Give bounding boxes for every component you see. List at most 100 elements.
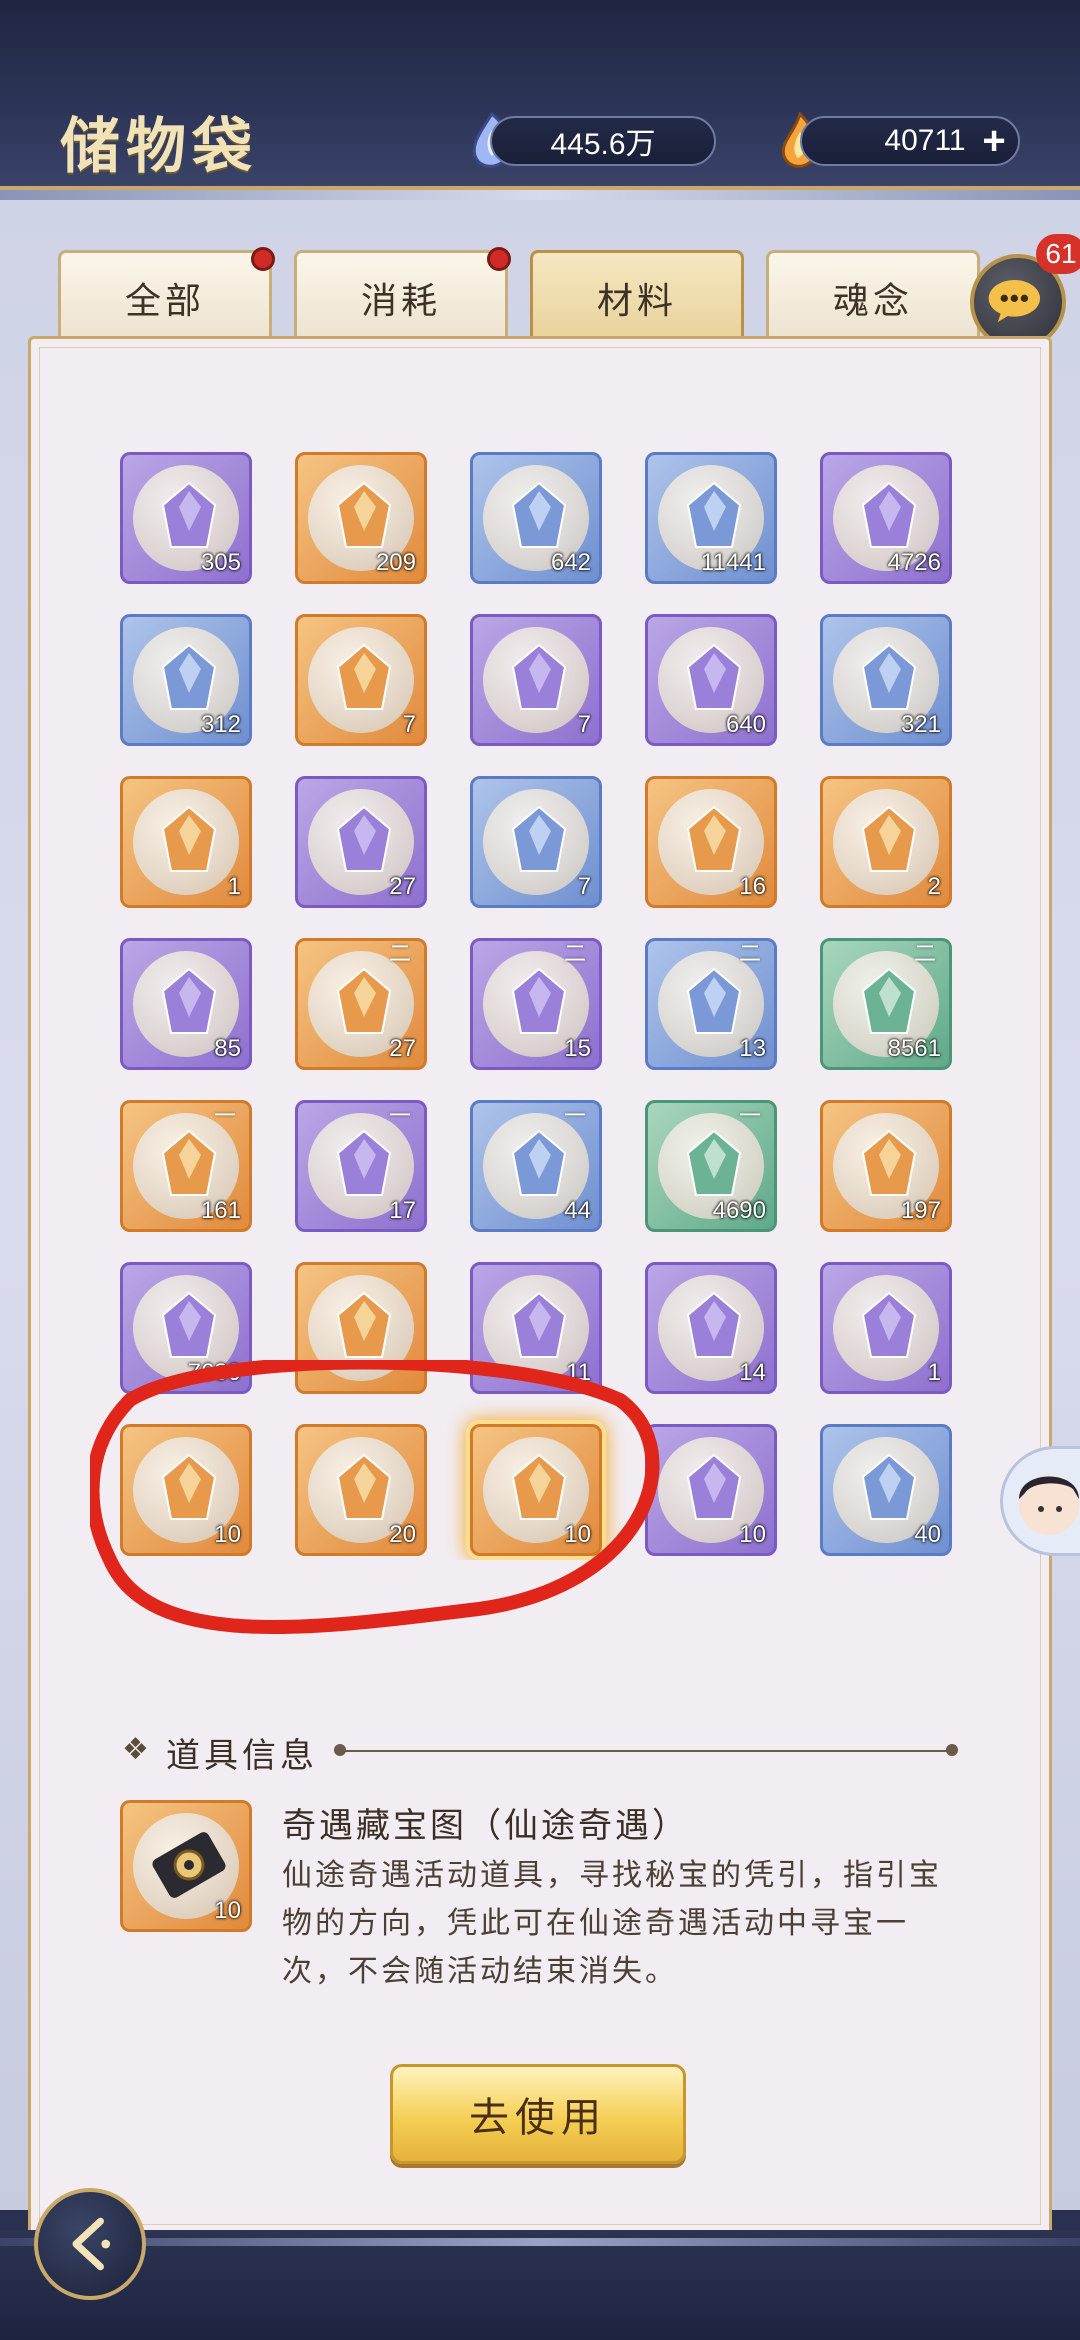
item-slot[interactable]: 85 xyxy=(120,938,252,1070)
item-slot[interactable]: 321 xyxy=(820,614,952,746)
bottom-divider xyxy=(0,2238,1080,2246)
item-count: 640 xyxy=(725,711,766,738)
purple-flame-orb-icon xyxy=(511,1291,567,1358)
purple-scroll-icon xyxy=(861,805,917,872)
item-slot[interactable]: 一 161 xyxy=(120,1100,252,1232)
bottom-bar xyxy=(0,2230,1080,2340)
red-tree-icon xyxy=(511,1129,567,1196)
item-slot[interactable]: 7 xyxy=(470,614,602,746)
blue-flame-orb-icon xyxy=(861,1291,917,1358)
scroll-bundle-icon xyxy=(686,805,742,872)
item-slot[interactable]: 一 4690 xyxy=(645,1100,777,1232)
item-slot[interactable]: 一 44 xyxy=(470,1100,602,1232)
page-title: 储物袋 xyxy=(60,112,258,182)
item-slot[interactable]: 二 15 xyxy=(470,938,602,1070)
item-slot[interactable]: 2 xyxy=(820,776,952,908)
notification-dot xyxy=(251,247,275,271)
item-slot[interactable]: 1 xyxy=(120,776,252,908)
item-slot[interactable]: 11441 xyxy=(645,452,777,584)
item-description-line: 物的方向，凭此可在仙途奇遇活动中寻宝一 xyxy=(282,1906,909,1941)
item-count: 27 xyxy=(389,873,416,900)
item-description-line: 次，不会随活动结束消失。 xyxy=(282,1954,678,1989)
item-slot[interactable]: 二 27 xyxy=(295,938,427,1070)
tab-materials[interactable]: 材料 xyxy=(530,250,744,342)
selected-item-icon: 10 xyxy=(120,1800,252,1932)
item-slot[interactable]: 640 xyxy=(645,614,777,746)
orange-berries-icon xyxy=(336,1129,392,1196)
notification-dot xyxy=(487,247,511,271)
item-slot[interactable]: 40 xyxy=(820,1424,952,1556)
tier-badge: 一 xyxy=(388,1104,411,1129)
item-slot[interactable]: 642 xyxy=(470,452,602,584)
item-slot[interactable]: 二 8561 xyxy=(820,938,952,1070)
item-count: 642 xyxy=(550,549,591,576)
swirl-cloud-icon xyxy=(336,805,392,872)
side-avatar[interactable] xyxy=(1000,1446,1080,1556)
lavender-talisman-icon xyxy=(861,1453,917,1520)
back-arrow-icon xyxy=(72,2217,111,2271)
item-slot[interactable]: 16 xyxy=(645,776,777,908)
item-slot[interactable]: 二 13 xyxy=(645,938,777,1070)
item-slot[interactable]: 4726 xyxy=(820,452,952,584)
blue-orb-icon xyxy=(511,481,567,548)
tab-consumables-label: 消耗 xyxy=(360,280,441,322)
item-count: 11441 xyxy=(701,549,766,576)
orange-flame-orb-icon xyxy=(686,1291,742,1358)
tab-all[interactable]: 全部 xyxy=(58,247,275,342)
header-bar: 储物袋 445.6万 40711 + xyxy=(0,0,1080,200)
purple-grass-icon xyxy=(161,1129,217,1196)
selected-item-count: 10 xyxy=(214,1897,241,1924)
item-count: 7 xyxy=(402,711,416,738)
item-count: 10 xyxy=(739,1521,766,1548)
item-slot[interactable]: 14 xyxy=(645,1262,777,1394)
tab-souls-label: 魂念 xyxy=(832,280,913,322)
use-button[interactable]: 去使用 xyxy=(390,2064,686,2164)
add-gold-button[interactable]: + xyxy=(976,121,1012,161)
blue-egg-icon xyxy=(861,643,917,710)
red-berries-icon xyxy=(511,967,567,1034)
divider xyxy=(334,1744,958,1756)
item-info-title: 道具信息 xyxy=(166,1736,318,1776)
gold-amount: 40711 xyxy=(884,124,966,157)
character-avatar-icon xyxy=(1019,1475,1079,1535)
back-button[interactable] xyxy=(34,2188,146,2300)
tier-badge: 二 xyxy=(913,942,936,967)
pink-coral-icon xyxy=(686,1129,742,1196)
item-slot[interactable]: 209 xyxy=(295,452,427,584)
item-count: 7 xyxy=(577,873,591,900)
tier-badge: 一 xyxy=(213,1104,236,1129)
item-slot[interactable]: 305 xyxy=(120,452,252,584)
pink-gem-on-stand-icon xyxy=(161,481,217,548)
tab-consumables[interactable]: 消耗 xyxy=(294,247,511,342)
cyan-crystal-shard-icon xyxy=(686,481,742,548)
item-slot[interactable]: 一 17 xyxy=(295,1100,427,1232)
item-count: 14 xyxy=(739,1359,766,1386)
tier-badge: 二 xyxy=(388,942,411,967)
item-slot[interactable]: 7 xyxy=(470,776,602,908)
item-slot[interactable]: 10 xyxy=(645,1424,777,1556)
tab-souls[interactable]: 魂念 xyxy=(766,250,980,342)
item-count: 1 xyxy=(927,1359,941,1386)
jade-ring-icon xyxy=(861,967,917,1034)
gold-crystal-icon xyxy=(511,805,567,872)
item-count: 16 xyxy=(739,873,766,900)
item-count: 1 xyxy=(227,873,241,900)
tab-all-label: 全部 xyxy=(124,280,205,322)
treasure-map-dark-icon xyxy=(152,1832,226,1898)
item-count: 15 xyxy=(564,1035,591,1062)
item-slot[interactable]: 27 xyxy=(295,776,427,908)
item-count: 197 xyxy=(900,1197,941,1224)
red-pendant-icon xyxy=(336,643,392,710)
item-slot[interactable]: 7 xyxy=(295,614,427,746)
red-flame-orb-icon xyxy=(336,1291,392,1358)
gold-counter: 40711 + xyxy=(800,116,1020,166)
lilac-talisman-icon xyxy=(686,1453,742,1520)
item-slot[interactable]: 197 xyxy=(820,1100,952,1232)
item-slot[interactable]: 312 xyxy=(120,614,252,746)
item-count: 85 xyxy=(214,1035,241,1062)
blue-crystal-cluster-icon xyxy=(161,643,217,710)
item-count: 40 xyxy=(914,1521,941,1548)
spirit-stone-amount: 445.6万 xyxy=(550,128,656,161)
item-slot[interactable]: 1 xyxy=(820,1262,952,1394)
violet-shard-icon xyxy=(161,1291,217,1358)
